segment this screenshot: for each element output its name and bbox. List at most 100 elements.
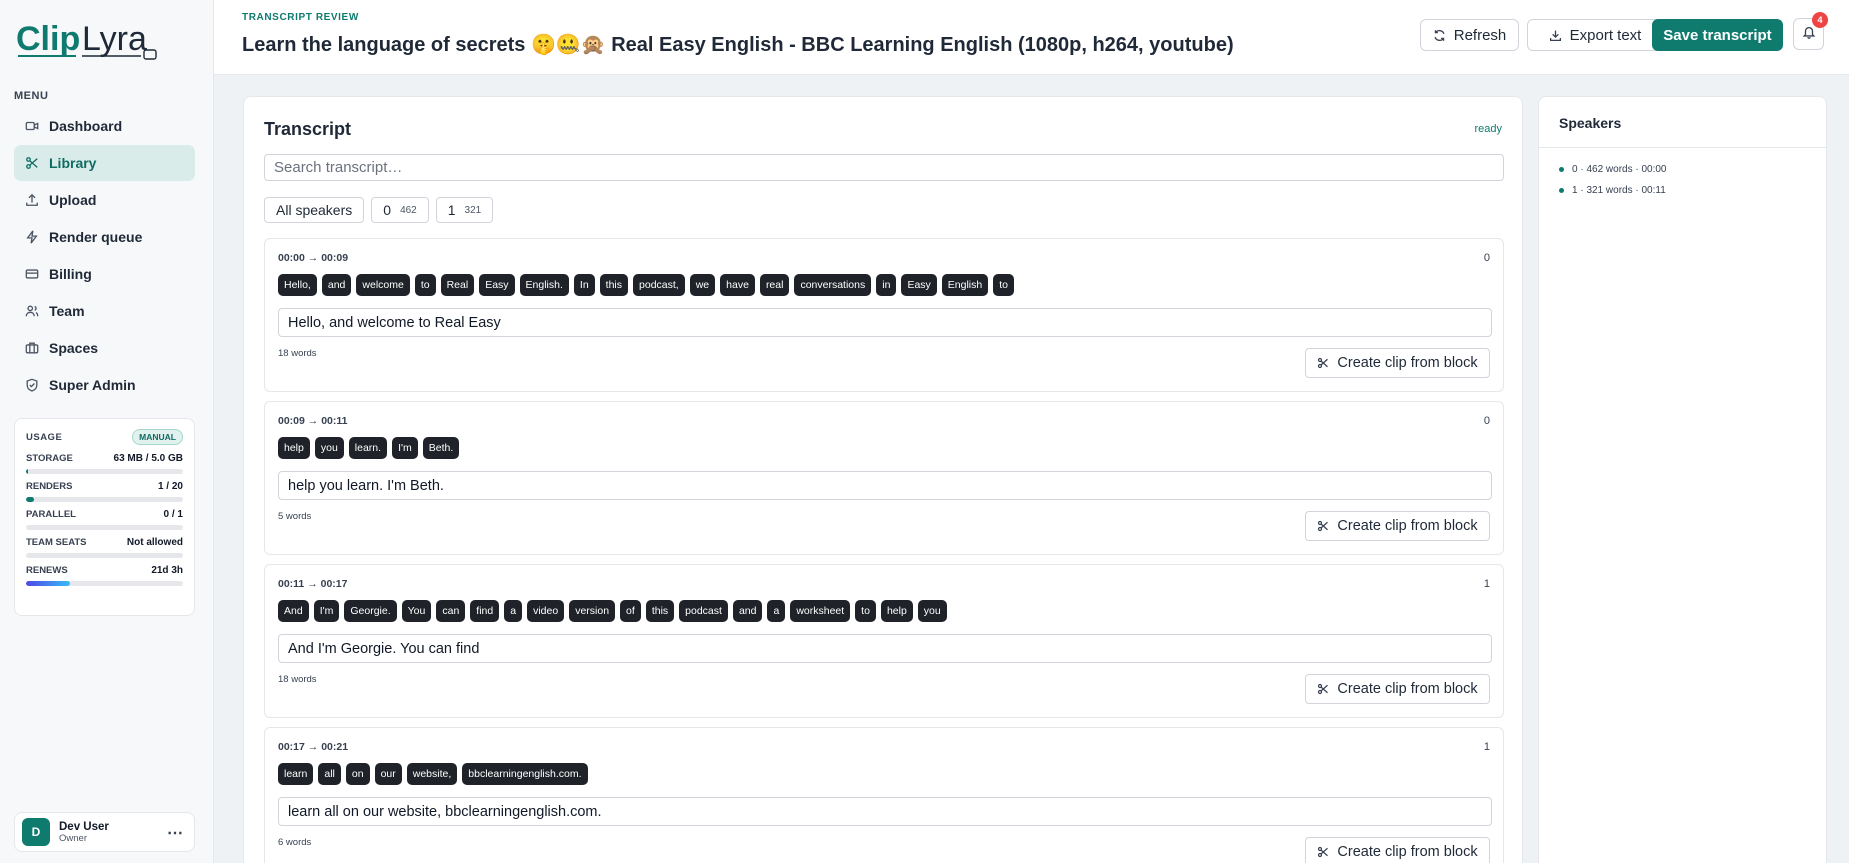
filter-speaker-count: 462 [400,204,417,216]
word-chip[interactable]: conversations [794,274,872,296]
users-icon [24,303,40,319]
save-transcript-button[interactable]: Save transcript [1652,19,1783,51]
transcript-title: Transcript [264,119,352,139]
usage-parallel: PARALLEL 0 / 1 [26,509,183,530]
user-card[interactable]: D Dev User Owner ⋯ [14,812,195,852]
more-icon[interactable]: ⋯ [167,823,184,843]
export-text-button[interactable]: Export text [1527,19,1663,51]
create-clip-button[interactable]: Create clip from block [1305,348,1490,378]
block-text-input[interactable] [278,471,1492,500]
word-chip[interactable]: to [414,274,436,296]
word-chip[interactable]: help [278,437,310,459]
word-chip[interactable]: help [880,600,913,622]
sidebar-item-super-admin[interactable]: Super Admin [14,367,195,403]
user-name: Dev User [59,820,109,833]
create-clip-button[interactable]: Create clip from block [1305,837,1490,863]
filter-speaker-id: 0 [383,202,392,218]
word-chip[interactable]: podcast [679,600,728,622]
block-text-input[interactable] [278,308,1492,337]
avatar: D [22,818,50,846]
word-chip[interactable]: In [573,274,595,296]
page-title: Learn the language of secrets 🤫🤐🙊 Real E… [242,34,1234,56]
filter-all-speakers[interactable]: All speakers [264,197,365,223]
cliplyra-logo[interactable]: Clip Lyra [16,14,166,64]
word-chip[interactable]: And [278,600,309,622]
word-chip[interactable]: English [941,274,989,296]
word-chip[interactable]: Easy [901,274,937,296]
word-chip[interactable]: you [917,600,947,622]
create-clip-button[interactable]: Create clip from block [1305,674,1490,704]
filter-speaker-0[interactable]: 0 462 [371,197,429,223]
word-chip[interactable]: in [876,274,897,296]
speaker-item[interactable]: 1 · 321 words · 00:11 [1559,185,1666,196]
block-word-count: 5 words [278,511,312,522]
word-chip[interactable]: and [321,274,352,296]
word-chip[interactable]: I'm [313,600,340,622]
word-chip[interactable]: find [470,600,500,622]
filter-speaker-1[interactable]: 1 321 [435,197,494,223]
word-chip[interactable]: can [436,600,466,622]
word-chip[interactable]: welcome [356,274,410,296]
block-text-input[interactable] [278,634,1492,663]
word-chip[interactable]: learn. [348,437,388,459]
word-chip[interactable]: Georgie. [344,600,397,622]
sidebar-item-library[interactable]: Library [14,145,195,181]
word-chip[interactable]: version [569,600,616,622]
scissors-icon [1317,357,1329,369]
speaker-filters: All speakers 0 462 1 321 [264,197,494,223]
word-chip[interactable]: bbclearningenglish.com. [462,763,588,785]
word-chip[interactable]: a [504,600,523,622]
sidebar-nav: Dashboard Library Upload Render queue Bi… [14,108,195,404]
word-chip[interactable]: Easy [479,274,515,296]
notifications-button[interactable]: 4 [1793,12,1828,50]
word-chip[interactable]: this [645,600,675,622]
sidebar-item-label: Super Admin [49,377,136,393]
word-chip[interactable]: on [345,763,370,785]
word-chip[interactable]: podcast, [633,274,685,296]
word-chip[interactable]: I'm [392,437,418,459]
word-chip[interactable]: a [767,600,786,622]
word-chip[interactable]: Hello, [278,274,317,296]
word-chip[interactable]: have [720,274,755,296]
sidebar-item-upload[interactable]: Upload [14,182,195,218]
word-chip[interactable]: of [620,600,641,622]
usage-bar-fill [26,469,28,474]
word-chip[interactable]: learn [278,763,314,785]
word-chip[interactable]: this [599,274,629,296]
sidebar-item-label: Upload [49,192,97,208]
sidebar-item-render-queue[interactable]: Render queue [14,219,195,255]
create-clip-button[interactable]: Create clip from block [1305,511,1490,541]
word-chip[interactable]: worksheet [790,600,851,622]
sidebar-item-spaces[interactable]: Spaces [14,330,195,366]
word-chip[interactable]: to [855,600,876,622]
block-time: 00:11 → 00:17 [278,578,348,590]
refresh-button[interactable]: Refresh [1420,19,1519,51]
word-chip[interactable]: our [374,763,402,785]
word-chip[interactable]: all [318,763,341,785]
sidebar-item-dashboard[interactable]: Dashboard [14,108,195,144]
sidebar-item-billing[interactable]: Billing [14,256,195,292]
sidebar-item-label: Render queue [49,229,143,245]
word-chip[interactable]: Beth. [422,437,460,459]
word-chip[interactable]: we [689,274,716,296]
block-text-input[interactable] [278,797,1492,826]
word-chip[interactable]: real [759,274,790,296]
word-chip[interactable]: to [993,274,1014,296]
usage-bar-fill [26,581,70,586]
word-chip[interactable]: you [314,437,344,459]
word-chip[interactable]: and [732,600,763,622]
search-input[interactable] [264,154,1504,181]
word-chip[interactable]: website, [406,763,458,785]
block-speaker: 1 [1483,741,1490,753]
sidebar-item-label: Team [49,303,85,319]
word-chip[interactable]: English. [519,274,569,296]
usage-label: TEAM SEATS [26,537,87,548]
word-chip[interactable]: video [527,600,565,622]
speaker-item[interactable]: 0 · 462 words · 00:00 [1559,164,1667,175]
word-chip[interactable]: Real [440,274,475,296]
sidebar-item-label: Billing [49,266,92,282]
speakers-panel: Speakers 0 · 462 words · 00:00 1 · 321 w… [1538,96,1827,863]
sidebar-item-team[interactable]: Team [14,293,195,329]
word-chip[interactable]: You [401,600,432,622]
transcript-block: 00:17 → 00:21 1 learn all on our website, bbc… [264,727,1504,863]
